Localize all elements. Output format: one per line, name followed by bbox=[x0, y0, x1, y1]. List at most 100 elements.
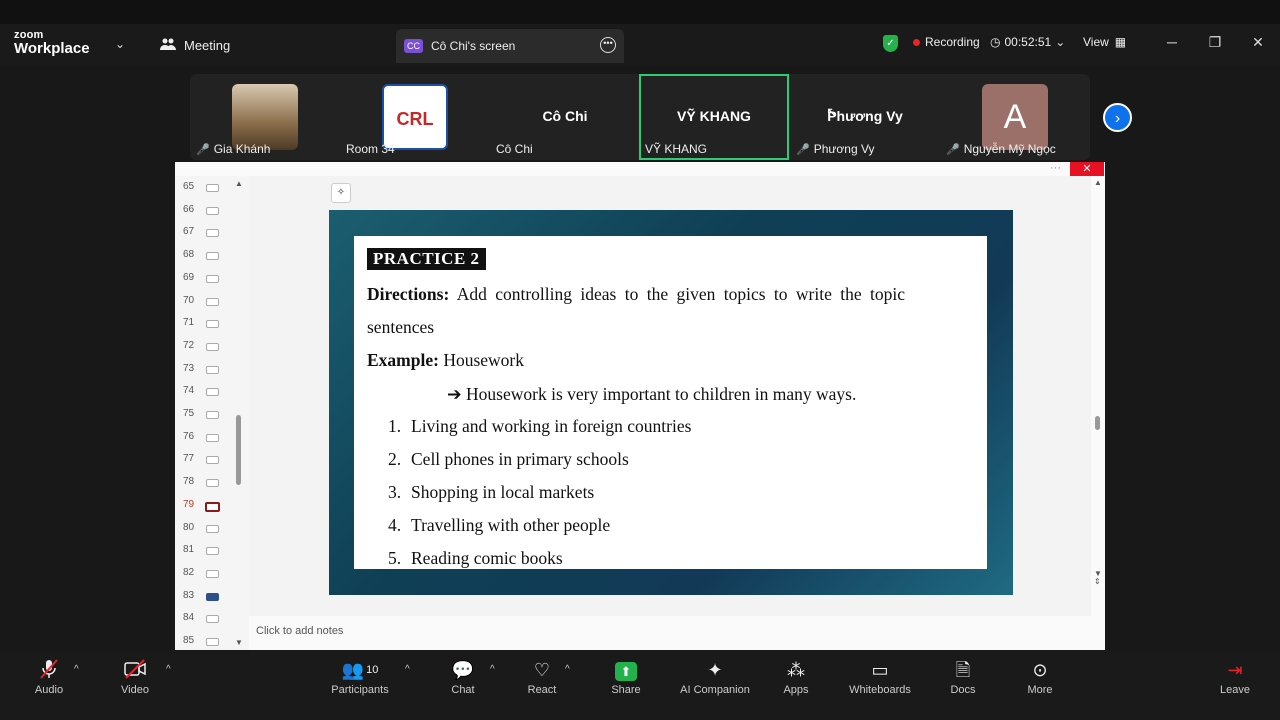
scroll-up-icon[interactable]: ▲ bbox=[1094, 178, 1102, 187]
logo-bottom: Workplace bbox=[14, 40, 90, 57]
item-number: 5. bbox=[388, 548, 402, 568]
slide-panel-scrollbar[interactable] bbox=[236, 415, 241, 485]
slide-thumbnail[interactable] bbox=[206, 252, 219, 261]
slide-thumbnail[interactable] bbox=[206, 638, 219, 646]
slide-number[interactable]: 66 bbox=[183, 204, 205, 215]
slide-heading: PRACTICE 2 bbox=[367, 248, 486, 270]
slide-thumbnail[interactable] bbox=[206, 320, 219, 329]
slide-thumbnail[interactable] bbox=[206, 592, 219, 601]
video-button[interactable]: Video bbox=[100, 658, 170, 696]
view-button[interactable]: View ▦ bbox=[1083, 35, 1126, 49]
item-number: 2. bbox=[388, 449, 402, 469]
slide-thumbnail[interactable] bbox=[206, 342, 219, 351]
participants-options-icon[interactable]: ^ bbox=[405, 664, 410, 675]
slide-number[interactable]: 72 bbox=[183, 340, 205, 351]
slide-number[interactable]: 84 bbox=[183, 612, 205, 623]
docs-label: Docs bbox=[950, 684, 976, 696]
example-label: Example: bbox=[367, 350, 439, 370]
notes-placeholder[interactable]: Click to add notes bbox=[256, 625, 343, 637]
slide-thumbnail[interactable] bbox=[206, 569, 219, 578]
slide-number[interactable]: 68 bbox=[183, 249, 205, 260]
slide-thumbnail[interactable] bbox=[206, 524, 219, 533]
slide-scrollbar[interactable] bbox=[1095, 416, 1100, 430]
slide-number[interactable]: 82 bbox=[183, 567, 205, 578]
participant-tile[interactable]: Cô Chi Cô Chi bbox=[490, 74, 640, 160]
next-page-icon[interactable]: › bbox=[1103, 103, 1132, 132]
restore-icon[interactable]: ❐ bbox=[1205, 34, 1225, 51]
participant-tile[interactable]: CRL Room 34 bbox=[340, 74, 490, 160]
slide-number[interactable]: 69 bbox=[183, 272, 205, 283]
slide-number[interactable]: 85 bbox=[183, 635, 205, 646]
slide-thumbnail[interactable] bbox=[206, 206, 219, 215]
share-tab[interactable]: CC Cô Chi's screen ••• bbox=[396, 29, 624, 63]
minimize-icon[interactable]: ─ bbox=[1162, 34, 1182, 50]
chat-options-icon[interactable]: ^ bbox=[490, 664, 495, 675]
scroll-up-icon[interactable]: ▲ bbox=[235, 179, 243, 188]
whiteboards-button[interactable]: ▭ Whiteboards bbox=[843, 658, 917, 696]
slide-number[interactable]: 83 bbox=[183, 590, 205, 601]
slide-number[interactable]: 79 bbox=[183, 499, 205, 510]
participant-tile[interactable]: A 🎤 Nguyễn Mỹ Ngọc bbox=[940, 74, 1090, 160]
slide-thumbnail[interactable] bbox=[206, 411, 219, 419]
magic-wand-icon[interactable]: ✧ bbox=[331, 183, 351, 203]
recording-indicator[interactable]: Recording bbox=[913, 35, 980, 49]
chevron-down-icon[interactable]: ⌄ bbox=[115, 37, 125, 51]
slide-number[interactable]: 65 bbox=[183, 181, 205, 192]
more-icon: ⊙ bbox=[1032, 660, 1048, 680]
slide-thumbnail[interactable] bbox=[206, 184, 219, 192]
more-button[interactable]: ⊙ More bbox=[1005, 658, 1075, 696]
slide-thumbnail[interactable] bbox=[206, 365, 219, 374]
video-off-icon bbox=[100, 658, 170, 682]
chat-button[interactable]: 💬 Chat bbox=[428, 658, 498, 696]
slide-thumbnail[interactable] bbox=[206, 456, 219, 465]
react-options-icon[interactable]: ^ bbox=[565, 664, 570, 675]
grid-icon: ▦ bbox=[1114, 35, 1127, 49]
more-options-icon[interactable]: ••• bbox=[600, 37, 616, 53]
slide-number[interactable]: 76 bbox=[183, 431, 205, 442]
meeting-timer[interactable]: ◷ 00:52:51 ⌄ bbox=[990, 35, 1065, 49]
slide-number[interactable]: 70 bbox=[183, 295, 205, 306]
slide-number[interactable]: 71 bbox=[183, 317, 205, 328]
slide-thumbnail[interactable] bbox=[206, 433, 219, 442]
ai-companion-button[interactable]: ✦ AI Companion bbox=[675, 658, 755, 696]
room-logo: CRL bbox=[382, 84, 448, 150]
whiteboard-icon: ▭ bbox=[871, 660, 889, 680]
audio-options-icon[interactable]: ^ bbox=[74, 664, 79, 675]
slide-number[interactable]: 75 bbox=[183, 408, 205, 419]
leave-button[interactable]: ⇥ Leave bbox=[1200, 658, 1270, 696]
slide-number[interactable]: 78 bbox=[183, 476, 205, 487]
slide-number[interactable]: 67 bbox=[183, 226, 205, 237]
slide-thumbnail[interactable] bbox=[206, 547, 219, 556]
directions-text-cont: sentences bbox=[367, 317, 435, 337]
docs-button[interactable]: 🗎 Docs bbox=[928, 658, 998, 696]
video-options-icon[interactable]: ^ bbox=[166, 664, 171, 675]
slide-thumbnail[interactable] bbox=[206, 297, 219, 306]
slide-number[interactable]: 81 bbox=[183, 544, 205, 555]
participant-tile[interactable]: Phương Vy 🎤 Phương Vy bbox=[790, 74, 940, 160]
meeting-button[interactable]: Meeting bbox=[160, 37, 230, 54]
directions-text: Add controlling ideas to the given topic… bbox=[449, 284, 905, 304]
slide-number[interactable]: 80 bbox=[183, 522, 205, 533]
slide-number[interactable]: 73 bbox=[183, 363, 205, 374]
apps-button[interactable]: ⁂ Apps bbox=[761, 658, 831, 696]
slide-thumbnail[interactable] bbox=[206, 388, 219, 397]
slide-thumbnail[interactable] bbox=[206, 229, 219, 238]
slide-thumbnail[interactable] bbox=[206, 274, 219, 283]
slide-example: Example: Housework bbox=[367, 350, 524, 371]
more-icon[interactable]: ··· bbox=[1050, 162, 1061, 174]
slide-thumbnail[interactable] bbox=[206, 479, 219, 488]
slide-number[interactable]: 74 bbox=[183, 385, 205, 396]
close-icon[interactable]: ✕ bbox=[1070, 162, 1104, 176]
participants-button[interactable]: 👥 10 Participants bbox=[325, 658, 395, 696]
participant-tile-active[interactable]: VỸ KHANG VỸ KHANG bbox=[639, 74, 789, 160]
slide-thumbnail[interactable] bbox=[205, 501, 220, 512]
security-shield-icon[interactable]: ✓ bbox=[883, 35, 898, 52]
share-button[interactable]: ⬆ Share bbox=[591, 658, 661, 696]
close-window-icon[interactable]: ✕ bbox=[1248, 34, 1268, 51]
slide-number[interactable]: 77 bbox=[183, 453, 205, 464]
slide-thumbnail[interactable] bbox=[206, 615, 219, 624]
page-nav-icon[interactable]: ▼ ⇕ bbox=[1094, 570, 1102, 586]
scroll-down-icon[interactable]: ▼ bbox=[235, 638, 243, 647]
leave-icon: ⇥ bbox=[1227, 660, 1243, 680]
participant-tile[interactable]: 🎤 Gia Khánh bbox=[190, 74, 340, 160]
